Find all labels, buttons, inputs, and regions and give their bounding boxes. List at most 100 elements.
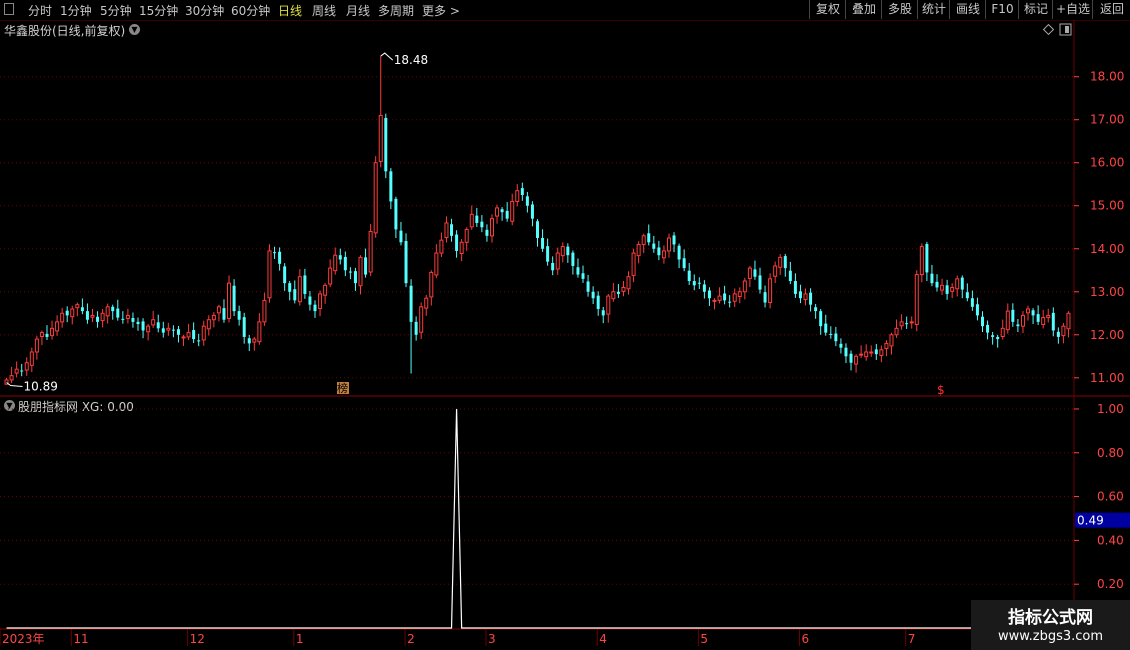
candle-body-109 [555, 252, 560, 270]
low-label: 10.89 [24, 380, 58, 394]
candle-body-206 [1046, 314, 1051, 319]
candle-body-186 [945, 285, 949, 294]
candle-body-19 [100, 312, 105, 322]
candle-body-76 [389, 171, 393, 202]
candle-body-173 [879, 349, 884, 356]
candle-body-3 [20, 370, 24, 372]
candle-body-35 [181, 336, 186, 339]
candle-body-154 [783, 256, 787, 269]
candle-body-8 [45, 333, 49, 337]
candle-body-142 [723, 293, 727, 301]
candle-body-43 [222, 308, 226, 320]
price-tick-label-6: 12.00 [1090, 328, 1124, 342]
candle-body-126 [641, 235, 646, 245]
candle-body-124 [631, 252, 636, 276]
candle-body-42 [216, 306, 221, 314]
candle-body-90 [459, 241, 464, 254]
candle-body-138 [702, 284, 706, 292]
candle-body-167 [849, 353, 853, 363]
panel-toggle-icon-fill [1065, 26, 1069, 33]
candle-body-107 [546, 246, 550, 262]
candle-body-57 [293, 289, 297, 301]
candle-body-106 [541, 238, 545, 249]
candle-body-194 [986, 324, 990, 333]
price-tick-label-4: 14.00 [1090, 242, 1124, 256]
candle-body-119 [606, 295, 611, 315]
candle-body-52 [267, 250, 272, 299]
candle-body-125 [636, 243, 641, 257]
candle-body-139 [707, 290, 711, 299]
candle-body-158 [803, 293, 808, 301]
indicator-tick-label-1: 0.80 [1097, 446, 1124, 460]
candle-body-83 [424, 297, 429, 309]
candle-body-151 [768, 278, 773, 304]
candle-body-17 [90, 314, 95, 318]
candle-body-185 [940, 284, 945, 291]
time-label-6: 4 [599, 632, 607, 646]
candle-body-130 [661, 250, 666, 259]
candle-body-51 [262, 299, 267, 323]
candle-body-45 [232, 285, 236, 312]
time-label-1: 11 [73, 632, 88, 646]
candle-body-104 [530, 204, 534, 219]
candle-body-70 [358, 256, 363, 287]
candle-body-56 [288, 283, 292, 292]
candle-body-22 [116, 308, 120, 318]
candle-body-103 [525, 196, 529, 206]
candle-body-101 [515, 190, 520, 202]
kline-chart[interactable]: 18.0017.0016.0015.0014.0013.0012.0011.00… [0, 0, 1130, 650]
time-label-9: 7 [908, 632, 916, 646]
candle-body-129 [657, 247, 661, 256]
candle-body-64 [328, 267, 333, 285]
indicator-tick-label-4: 0.20 [1097, 577, 1124, 591]
candle-body-100 [510, 200, 515, 222]
candle-body-77 [394, 198, 398, 230]
candle-body-161 [819, 311, 823, 327]
candle-body-193 [981, 316, 985, 327]
candle-body-136 [692, 281, 696, 286]
time-label-7: 5 [700, 632, 708, 646]
candle-body-114 [581, 273, 585, 279]
candle-body-177 [899, 321, 904, 327]
candle-body-174 [884, 342, 889, 350]
candle-body-105 [536, 221, 539, 239]
candle-body-89 [455, 234, 459, 251]
candle-body-150 [763, 292, 767, 303]
candle-body-73 [373, 162, 378, 234]
candle-body-48 [247, 338, 251, 344]
candle-body-148 [753, 269, 757, 277]
candle-body-11 [60, 312, 65, 323]
candle-body-176 [894, 327, 899, 336]
candle-body-25 [131, 318, 135, 322]
candle-body-168 [854, 355, 859, 365]
candle-body-4 [24, 362, 29, 371]
candle-body-202 [1026, 308, 1031, 314]
candle-body-69 [353, 271, 357, 284]
candle-body-86 [439, 239, 444, 254]
candle-body-33 [171, 329, 175, 331]
candle-body-152 [773, 265, 778, 277]
candle-body-110 [560, 246, 565, 257]
price-tick-label-3: 15.00 [1090, 199, 1124, 213]
candle-body-29 [151, 319, 156, 326]
candle-body-7 [39, 332, 44, 338]
diamond-icon [1042, 23, 1055, 36]
candle-body-46 [237, 311, 241, 320]
candle-body-79 [404, 241, 408, 284]
candle-body-195 [991, 335, 995, 337]
candle-body-170 [864, 351, 869, 358]
candle-body-20 [105, 306, 110, 317]
candle-body-128 [652, 243, 656, 249]
candle-body-156 [793, 281, 797, 294]
low-marker [6, 382, 23, 388]
candle-body-162 [824, 323, 828, 333]
time-label-4: 2 [407, 632, 415, 646]
candle-body-153 [778, 256, 783, 268]
candle-body-1 [9, 375, 14, 381]
candle-body-197 [1000, 327, 1005, 338]
candle-body-16 [85, 311, 89, 320]
candle-body-55 [283, 266, 287, 284]
candle-body-95 [485, 229, 489, 236]
candle-body-78 [399, 230, 403, 243]
indicator-tick-label-2: 0.60 [1097, 490, 1124, 504]
